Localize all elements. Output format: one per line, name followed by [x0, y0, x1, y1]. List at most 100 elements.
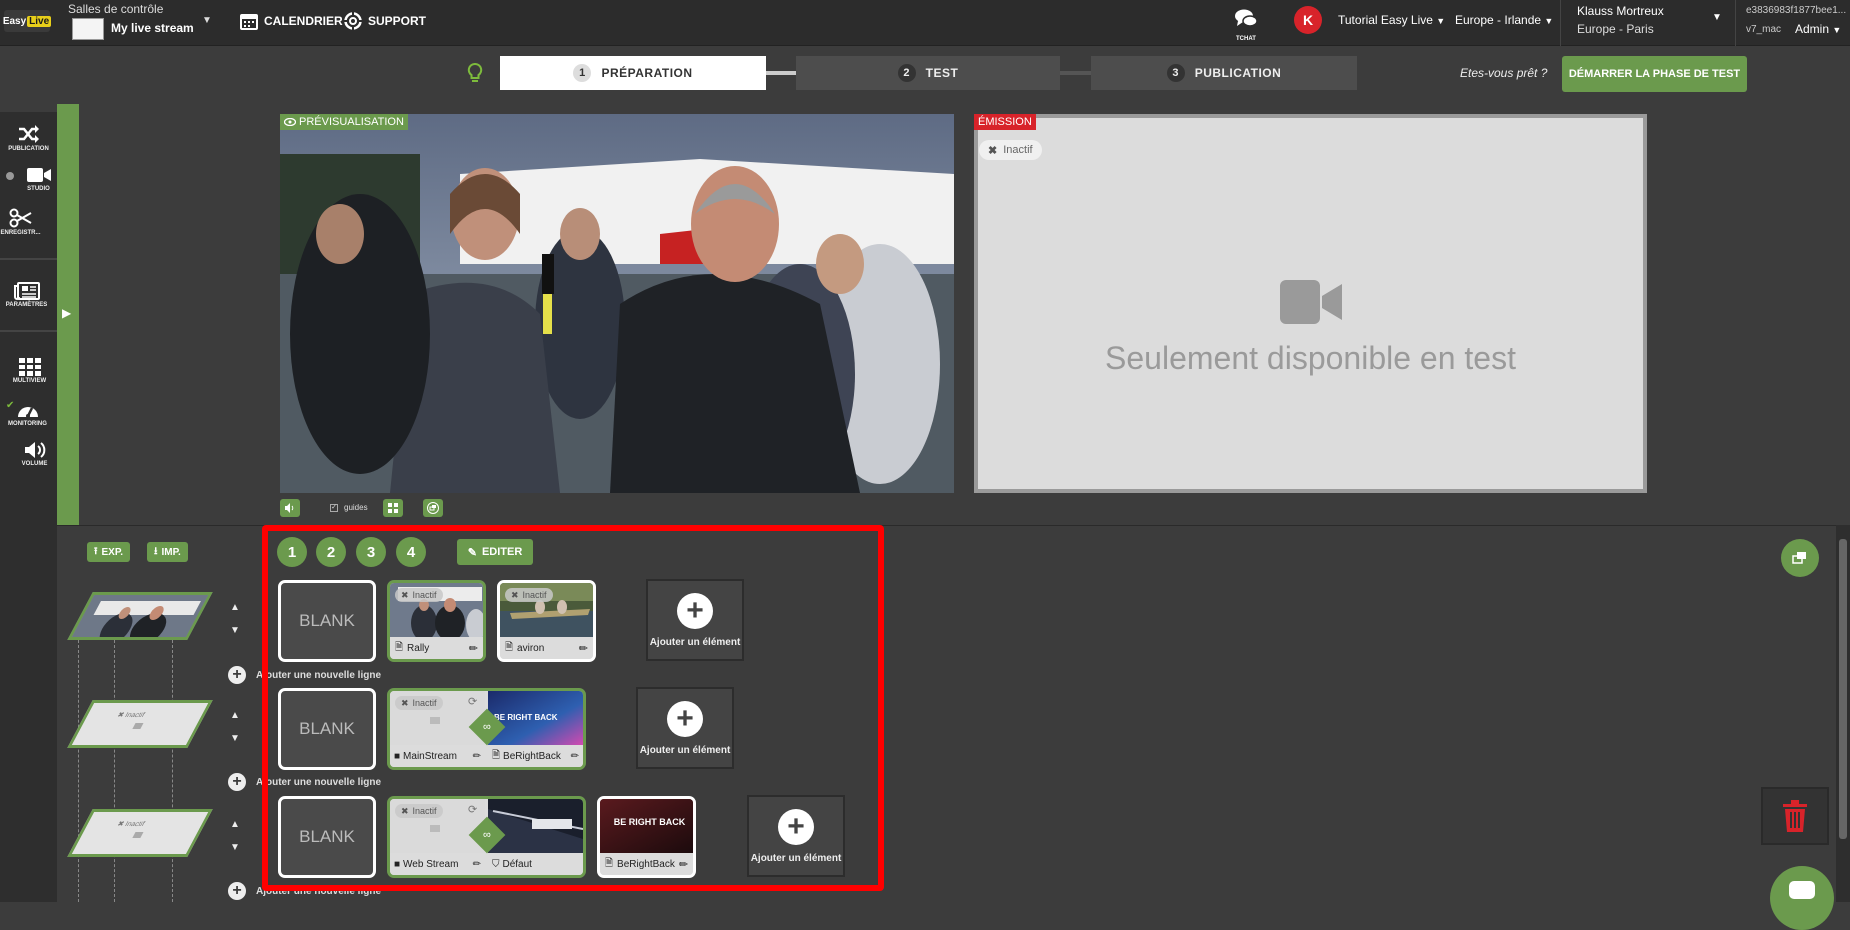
blank-element[interactable]: BLANK: [278, 688, 376, 770]
card-thumbnail: ✖ Inactif ⟳: [390, 691, 485, 745]
popout-button[interactable]: [423, 499, 443, 517]
link-icon: ∞: [483, 829, 491, 841]
step-number: 2: [897, 64, 916, 82]
video-camera-icon: [430, 825, 440, 832]
grid-icon: [18, 358, 41, 376]
row-thumbnail[interactable]: ✖ Inactif: [67, 700, 213, 748]
media-card-aviron[interactable]: ✖ Inactif 🗎 aviron ✏: [497, 580, 596, 662]
arrow-down-icon[interactable]: ▼: [228, 836, 242, 859]
calendar-label: CALENDRIER: [264, 14, 343, 28]
lightbulb-icon[interactable]: [466, 62, 484, 88]
shuffle-icon: [18, 125, 39, 143]
step-number: 1: [573, 64, 592, 82]
add-element-button[interactable]: + Ajouter un élément: [636, 687, 734, 769]
room-selector[interactable]: My live stream: [111, 21, 194, 35]
scrollbar[interactable]: [1836, 525, 1850, 902]
chat-button[interactable]: [1232, 8, 1260, 35]
row-thumbnail[interactable]: ✖ Inactif: [67, 809, 213, 857]
video-camera-icon: ■: [394, 858, 401, 870]
import-button[interactable]: ⭳ IMP.: [147, 542, 188, 562]
calendar-link[interactable]: CALENDRIER: [240, 12, 343, 30]
scissors-icon: [9, 208, 31, 228]
chevron-right-icon[interactable]: ▶: [62, 306, 71, 320]
phase-step-publication[interactable]: 3 PUBLICATION: [1091, 56, 1357, 90]
popout-icon: [427, 502, 439, 514]
pencil-icon[interactable]: ✏: [579, 642, 588, 655]
row-thumbnail[interactable]: [67, 592, 213, 640]
card-label: MainStream: [403, 750, 457, 762]
divider: [1560, 0, 1561, 46]
card-thumbnail: ✖ Inactif ⟳: [390, 799, 485, 853]
tutorial-menu[interactable]: Tutorial Easy Live ▼: [1338, 13, 1445, 27]
blank-element[interactable]: BLANK: [278, 796, 376, 878]
arrow-up-icon[interactable]: ▲: [228, 704, 242, 727]
avatar[interactable]: K: [1294, 6, 1322, 34]
caret-down-icon[interactable]: ▼: [202, 15, 212, 26]
phase-step-test[interactable]: 2 TEST: [796, 56, 1060, 90]
emission-message: Seulement disponible en test: [1105, 340, 1516, 376]
checkbox[interactable]: ✓: [330, 503, 338, 512]
export-button[interactable]: ⭱ EXP.: [87, 542, 130, 562]
status-text: Inactif: [1003, 144, 1033, 156]
sidebar-item-publication[interactable]: PUBLICATION: [0, 124, 57, 152]
scene-tab-2[interactable]: 2: [316, 537, 346, 567]
role-menu[interactable]: Admin ▼: [1795, 22, 1841, 36]
start-test-button[interactable]: DÉMARRER LA PHASE DE TEST: [1562, 56, 1747, 92]
app-logo[interactable]: Easy Live: [3, 10, 52, 32]
sidebar-item-multiview[interactable]: MULTIVIEW: [1, 358, 58, 384]
pencil-icon[interactable]: ✏: [469, 642, 478, 655]
caret-down-icon[interactable]: ▼: [1712, 12, 1722, 23]
card-label: Défaut: [502, 858, 532, 870]
edit-button[interactable]: ✎ EDITER: [457, 539, 533, 565]
support-link[interactable]: SUPPORT: [344, 12, 426, 30]
room-label: Salles de contrôle: [68, 2, 164, 16]
arrow-up-icon[interactable]: ▲: [228, 596, 242, 619]
guides-label: guides: [344, 503, 368, 512]
calendar-icon: [240, 14, 258, 30]
arrow-down-icon[interactable]: ▼: [228, 727, 242, 750]
blank-element[interactable]: BLANK: [278, 580, 376, 662]
sidebar-item-recording[interactable]: ENREGISTR...: [0, 208, 49, 236]
pencil-icon: ✎: [467, 546, 477, 559]
media-card-rally[interactable]: ✖ Inactif 🗎 Rally ✏: [387, 580, 486, 662]
row-reorder[interactable]: ▲ ▼: [228, 813, 242, 859]
sidebar-label: MULTIVIEW: [12, 378, 47, 384]
scene-tab-3[interactable]: 3: [356, 537, 386, 567]
guides-toggle[interactable]: ✓ guides: [330, 503, 368, 512]
pencil-icon[interactable]: ✏: [571, 751, 579, 762]
user-name[interactable]: Klauss Mortreux: [1577, 4, 1664, 18]
chat-widget-button[interactable]: [1770, 866, 1834, 930]
file-image-icon: 🗎: [492, 749, 501, 761]
phase-connector: [766, 71, 796, 75]
phase-step-preparation[interactable]: 1 PRÉPARATION: [500, 56, 766, 90]
sidebar-label: STUDIO: [27, 186, 50, 192]
card-thumbnail: BE RIGHT BACK: [488, 691, 583, 745]
scene-tab-4[interactable]: 4: [396, 537, 426, 567]
scene-tab-1[interactable]: 1: [277, 537, 307, 567]
media-card-berightback[interactable]: BE RIGHT BACK 🗎 BeRightBack ✏: [597, 796, 696, 878]
layout-button[interactable]: [383, 499, 403, 517]
add-element-button[interactable]: + Ajouter un élément: [646, 579, 744, 661]
row-reorder[interactable]: ▲ ▼: [228, 704, 242, 750]
scrollbar-thumb[interactable]: [1839, 539, 1847, 839]
popout-button[interactable]: [1781, 539, 1819, 577]
pencil-icon[interactable]: ✏: [473, 859, 481, 870]
link-icon: ∞: [483, 721, 491, 733]
eye-icon: [284, 118, 296, 126]
sidebar-label: VOLUME: [21, 461, 48, 467]
add-element-button[interactable]: + Ajouter un élément: [747, 795, 845, 877]
row-reorder[interactable]: ▲ ▼: [228, 596, 242, 642]
preview-video[interactable]: [280, 114, 954, 493]
region-menu[interactable]: Europe - Irlande ▼: [1455, 13, 1553, 27]
sidebar-item-monitoring[interactable]: MONITORING: [0, 401, 56, 427]
sidebar-label: ENREGISTR...: [0, 230, 41, 236]
plus-icon: +: [228, 773, 246, 791]
trash-dropzone[interactable]: [1761, 787, 1829, 845]
arrow-down-icon[interactable]: ▼: [228, 619, 242, 642]
arrow-up-icon[interactable]: ▲: [228, 813, 242, 836]
sidebar-item-volume[interactable]: VOLUME: [6, 441, 63, 467]
pencil-icon[interactable]: ✏: [679, 858, 688, 871]
pencil-icon[interactable]: ✏: [473, 751, 481, 762]
sidebar-item-settings[interactable]: PARAMÈTRES: [0, 282, 55, 308]
audio-toggle-button[interactable]: [280, 499, 300, 517]
